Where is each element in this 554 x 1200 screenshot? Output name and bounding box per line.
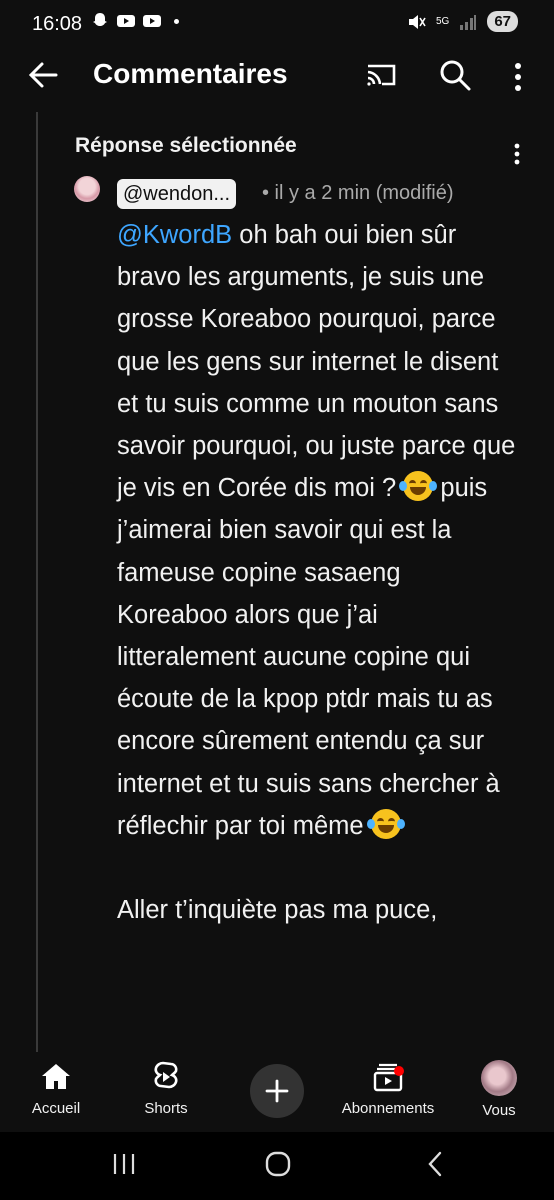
comment-body: @KwordB oh bah oui bien sûr bravo les ar…	[117, 214, 517, 931]
nav-create[interactable]	[249, 1064, 305, 1118]
comment-more-icon[interactable]	[509, 142, 525, 166]
nav-shorts-label: Shorts	[144, 1100, 188, 1117]
nav-home[interactable]: Accueil	[22, 1060, 90, 1117]
nav-you[interactable]: Vous	[466, 1060, 532, 1119]
app-bar: Commentaires	[0, 44, 554, 110]
author-handle[interactable]: @wendon...	[117, 179, 237, 209]
nav-home-label: Accueil	[31, 1100, 81, 1117]
nav-subscriptions[interactable]: Abonnements	[336, 1060, 440, 1117]
nav-you-label: Vous	[482, 1102, 516, 1119]
selected-reply-label: Réponse sélectionnée	[75, 134, 297, 157]
status-notification-icons	[90, 12, 179, 30]
nav-subscriptions-label: Abonnements	[341, 1100, 435, 1117]
thread-line	[36, 112, 38, 1052]
create-icon	[250, 1064, 304, 1118]
cast-icon[interactable]	[364, 60, 398, 90]
notification-dot	[394, 1066, 404, 1076]
comment-text-2: puis j’aimerai bien savoir qui est la fa…	[117, 474, 500, 840]
youtube-icon-2	[143, 15, 161, 27]
nav-shorts[interactable]: Shorts	[132, 1060, 200, 1117]
signal-icon	[460, 14, 477, 30]
status-time: 16:08	[32, 13, 83, 35]
laughing-emoji-icon-2	[366, 808, 405, 839]
battery-indicator: 67	[487, 11, 518, 32]
mention-link[interactable]: @KwordB	[117, 221, 232, 249]
youtube-icon	[117, 15, 135, 27]
status-system-icons: 5G 67	[406, 11, 518, 32]
system-back-icon[interactable]	[422, 1150, 450, 1178]
author-avatar[interactable]	[74, 176, 100, 202]
snapchat-icon	[93, 13, 107, 26]
search-icon[interactable]	[438, 58, 472, 92]
home-button-icon[interactable]	[264, 1150, 292, 1178]
comment-text-3: Aller t’inquiète pas ma puce,	[117, 896, 438, 925]
recent-apps-icon[interactable]	[110, 1150, 138, 1178]
mute-icon	[408, 14, 426, 29]
more-notifications-dot	[174, 18, 179, 24]
laughing-emoji-icon	[399, 471, 438, 502]
home-icon	[42, 1064, 70, 1089]
back-arrow-icon[interactable]	[26, 58, 60, 92]
page-title: Commentaires	[93, 58, 288, 89]
bottom-navigation: Accueil Shorts Abonnements Vous	[0, 1052, 554, 1132]
system-navigation-bar	[0, 1132, 554, 1200]
network-type: 5G	[435, 15, 450, 27]
avatar	[481, 1060, 517, 1096]
status-bar: 16:08 5G 67	[0, 0, 554, 44]
more-vert-icon[interactable]	[508, 60, 528, 94]
shorts-icon	[154, 1061, 178, 1089]
comment-meta: • il y a 2 min (modifié)	[262, 182, 454, 204]
comment-text-1: oh bah oui bien sûr bravo les arguments,…	[117, 221, 516, 503]
